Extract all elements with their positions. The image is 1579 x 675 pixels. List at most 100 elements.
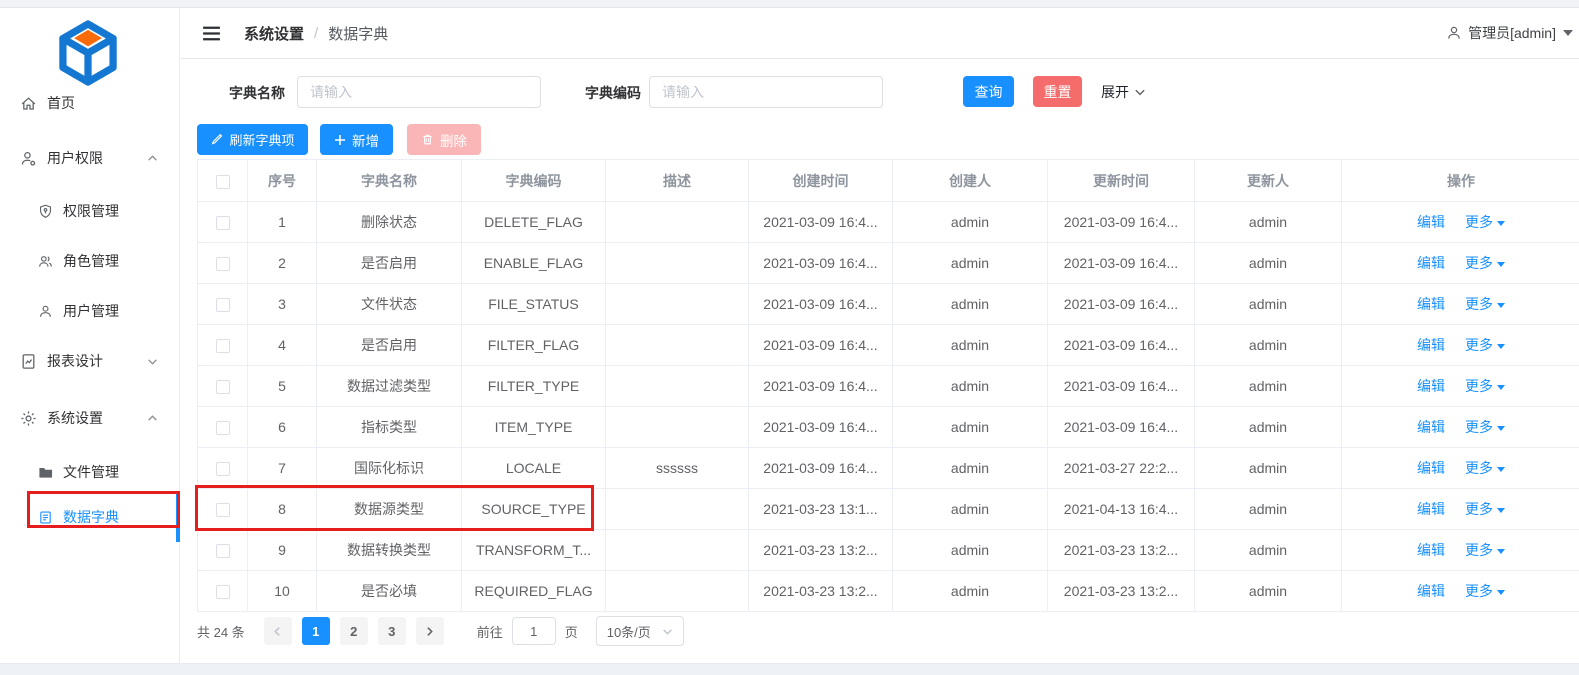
gear-icon (20, 410, 37, 427)
pen-icon (210, 133, 223, 146)
active-menu-indicator (176, 494, 180, 542)
user-menu-caret-icon (1563, 30, 1573, 36)
sidebar-item-system-settings[interactable]: 系统设置 (0, 401, 180, 435)
next-page-button[interactable] (416, 617, 444, 645)
select-all-checkbox[interactable] (216, 175, 230, 189)
row-checkbox[interactable] (216, 216, 230, 230)
page-button-3[interactable]: 3 (378, 617, 406, 645)
edit-link[interactable]: 编辑 (1417, 296, 1445, 312)
dict-name-input[interactable] (297, 76, 541, 108)
sidebar: 首页 用户权限 权限管理 角色管理 用户管理 报表设计 (0, 8, 180, 663)
user-name-label: 管理员[admin] (1468, 23, 1556, 43)
row-checkbox[interactable] (216, 544, 230, 558)
chevron-down-icon (1134, 86, 1146, 98)
more-link[interactable]: 更多 (1465, 501, 1493, 517)
breadcrumb-separator: / (314, 25, 318, 42)
sidebar-item-label: 文件管理 (63, 462, 119, 482)
folder-icon (38, 465, 53, 480)
row-checkbox[interactable] (216, 421, 230, 435)
more-link[interactable]: 更多 (1465, 214, 1493, 230)
more-link[interactable]: 更多 (1465, 460, 1493, 476)
edit-link[interactable]: 编辑 (1417, 255, 1445, 271)
sidebar-item-label: 角色管理 (63, 251, 119, 271)
add-button[interactable]: 新增 (320, 124, 393, 155)
sidebar-item-label: 报表设计 (47, 351, 103, 371)
col-header-updated: 更新时间 (1048, 160, 1195, 202)
row-checkbox[interactable] (216, 339, 230, 353)
sidebar-item-data-dictionary[interactable]: 数据字典 (0, 500, 180, 534)
prev-page-button[interactable] (264, 617, 292, 645)
col-header-name: 字典名称 (317, 160, 462, 202)
breadcrumb-section[interactable]: 系统设置 (244, 23, 304, 44)
edit-link[interactable]: 编辑 (1417, 460, 1445, 476)
more-link[interactable]: 更多 (1465, 378, 1493, 394)
table-row: 10 是否必填 REQUIRED_FLAG 2021-03-23 13:2...… (198, 571, 1579, 612)
more-link[interactable]: 更多 (1465, 255, 1493, 271)
col-header-actions: 操作 (1342, 160, 1579, 202)
page-unit-label: 页 (565, 622, 578, 641)
user-avatar-icon (1446, 25, 1462, 41)
row-checkbox[interactable] (216, 585, 230, 599)
more-link[interactable]: 更多 (1465, 542, 1493, 558)
table-row: 1 删除状态 DELETE_FLAG 2021-03-09 16:4... ad… (198, 202, 1579, 243)
edit-link[interactable]: 编辑 (1417, 214, 1445, 230)
sidebar-item-user-mgmt[interactable]: 用户管理 (0, 294, 180, 328)
more-link[interactable]: 更多 (1465, 583, 1493, 599)
more-link[interactable]: 更多 (1465, 419, 1493, 435)
sidebar-item-file-mgmt[interactable]: 文件管理 (0, 455, 180, 489)
user-menu[interactable]: 管理员[admin] (1446, 23, 1573, 43)
row-checkbox[interactable] (216, 298, 230, 312)
refresh-dict-items-button[interactable]: 刷新字典项 (197, 124, 308, 155)
edit-link[interactable]: 编辑 (1417, 419, 1445, 435)
row-checkbox[interactable] (216, 503, 230, 517)
row-checkbox[interactable] (216, 257, 230, 271)
sidebar-item-label: 用户权限 (47, 148, 103, 168)
edit-link[interactable]: 编辑 (1417, 378, 1445, 394)
goto-page-input[interactable] (512, 617, 556, 645)
edit-link[interactable]: 编辑 (1417, 501, 1445, 517)
sidebar-item-home[interactable]: 首页 (0, 86, 180, 120)
row-checkbox[interactable] (216, 462, 230, 476)
more-link[interactable]: 更多 (1465, 337, 1493, 353)
expand-toggle[interactable]: 展开 (1101, 76, 1146, 107)
query-button[interactable]: 查询 (963, 76, 1014, 107)
sidebar-item-label: 权限管理 (63, 201, 119, 221)
sidebar-item-permission-mgmt[interactable]: 权限管理 (0, 194, 180, 228)
caret-down-icon (1497, 467, 1505, 472)
sidebar-item-role-mgmt[interactable]: 角色管理 (0, 244, 180, 278)
hamburger-menu-icon[interactable] (201, 24, 222, 43)
col-header-created: 创建时间 (749, 160, 893, 202)
sidebar-item-report-design[interactable]: 报表设计 (0, 344, 180, 378)
delete-button[interactable]: 删除 (407, 124, 481, 155)
caret-down-icon (1497, 549, 1505, 554)
table-header-row: 序号 字典名称 字典编码 描述 创建时间 创建人 更新时间 更新人 操作 (198, 160, 1579, 202)
col-header-desc: 描述 (606, 160, 749, 202)
chevron-up-icon (147, 153, 158, 164)
chevron-down-icon (147, 356, 158, 367)
more-link[interactable]: 更多 (1465, 296, 1493, 312)
page-button-2[interactable]: 2 (340, 617, 368, 645)
table-row: 3 文件状态 FILE_STATUS 2021-03-09 16:4... ad… (198, 284, 1579, 325)
edit-link[interactable]: 编辑 (1417, 542, 1445, 558)
top-navbar: 系统设置 / 数据字典 管理员[admin] (181, 8, 1579, 59)
total-count-label: 共 24 条 (197, 622, 245, 641)
sidebar-item-user-permission[interactable]: 用户权限 (0, 141, 180, 175)
sidebar-item-label: 用户管理 (63, 301, 119, 321)
chevron-up-icon (147, 413, 158, 424)
sidebar-item-label: 系统设置 (47, 408, 103, 428)
edit-link[interactable]: 编辑 (1417, 337, 1445, 353)
col-header-creator: 创建人 (893, 160, 1048, 202)
row-checkbox[interactable] (216, 380, 230, 394)
page-button-1[interactable]: 1 (302, 617, 330, 645)
edit-link[interactable]: 编辑 (1417, 583, 1445, 599)
caret-down-icon (1497, 590, 1505, 595)
caret-down-icon (1497, 344, 1505, 349)
breadcrumb: 系统设置 / 数据字典 (244, 23, 388, 44)
dictionary-icon (38, 510, 53, 525)
page-size-select[interactable]: 10条/页 (596, 616, 684, 646)
col-header-no: 序号 (248, 160, 317, 202)
dict-code-input[interactable] (649, 76, 883, 108)
reset-button[interactable]: 重置 (1033, 76, 1082, 107)
main-content: 字典名称 字典编码 查询 重置 展开 刷新字典项 新增 删除 (181, 60, 1579, 663)
page-size-value: 10条/页 (607, 622, 651, 641)
